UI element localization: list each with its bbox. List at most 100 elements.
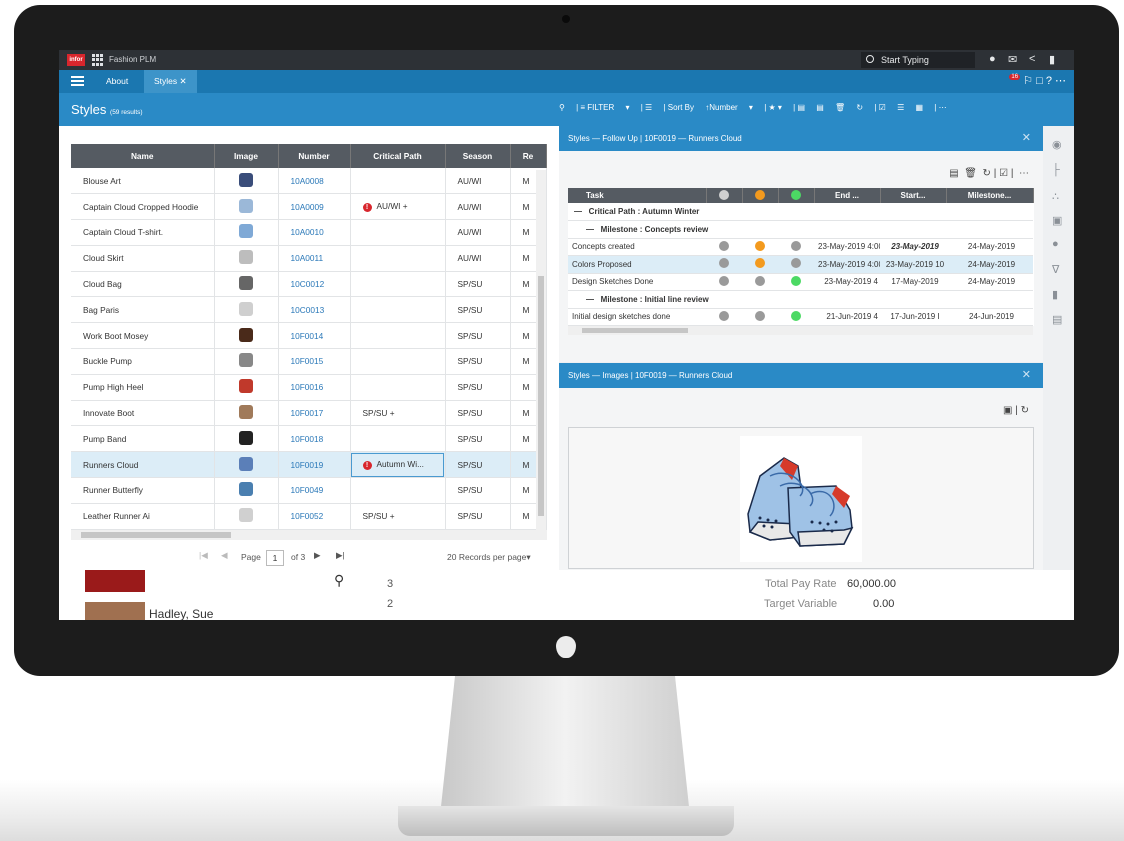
mail-icon[interactable]: ✉ — [1008, 53, 1017, 66]
col-end[interactable]: End ... — [814, 188, 881, 203]
style-image-cell[interactable] — [214, 219, 279, 246]
task-row[interactable]: Design Sketches Done 23-May-2019 4 17-May-… — [568, 273, 1033, 291]
new-doc-icon[interactable]: | ▤ — [793, 103, 805, 112]
comment-icon[interactable]: ▮ — [1052, 288, 1058, 301]
critical-path-cell[interactable]: SP/SU + — [350, 400, 446, 427]
table-row[interactable]: Runners Cloud 10F0019! Autumn Wi... SP/SU M — [71, 451, 547, 479]
critical-path-cell[interactable] — [350, 219, 446, 246]
sort-button[interactable]: | Sort By ↑Number ▾ — [663, 103, 752, 112]
table-row[interactable]: Captain Cloud Cropped Hoodie 10A0009! AU/W… — [71, 193, 547, 221]
style-name-cell[interactable]: Bag Paris — [71, 296, 215, 324]
tab-styles[interactable]: Styles ✕ — [144, 70, 197, 93]
critical-path-cell[interactable] — [350, 271, 446, 298]
col-header[interactable]: Re — [510, 144, 547, 168]
critical-path-cell[interactable] — [350, 168, 446, 195]
style-image-cell[interactable] — [214, 271, 279, 298]
style-number-link[interactable]: 10A0008 — [278, 168, 351, 195]
style-image-cell[interactable] — [214, 400, 279, 427]
critical-path-cell[interactable] — [350, 322, 446, 350]
refresh-icon[interactable]: ↻ — [983, 168, 991, 179]
collapse-icon[interactable]: — — [586, 295, 594, 304]
col-status-gray[interactable] — [706, 188, 743, 203]
critical-path-cell[interactable] — [350, 477, 446, 504]
task-row[interactable]: Colors Proposed 23-May-2019 4:00 23-May-20… — [568, 255, 1033, 274]
style-name-cell[interactable]: Pump High Heel — [71, 374, 215, 401]
table-row[interactable]: Bag Paris 10C0013 SP/SU M — [71, 296, 547, 324]
notification-icon[interactable]: ⚐ — [1023, 75, 1033, 87]
col-header[interactable]: Critical Path — [350, 144, 446, 168]
style-image-cell[interactable] — [214, 451, 279, 479]
runners-cloud-image[interactable] — [740, 436, 862, 562]
style-number-link[interactable]: 10A0010 — [278, 219, 351, 246]
check-icon[interactable]: ☑ — [999, 168, 1008, 179]
more-icon[interactable]: ⋯ — [1019, 168, 1029, 179]
style-image-cell[interactable] — [214, 168, 279, 195]
chat-icon[interactable]: □ — [1036, 75, 1043, 87]
style-name-cell[interactable]: Runners Cloud — [71, 451, 215, 479]
style-image-cell[interactable] — [214, 425, 279, 453]
image-icon[interactable]: ▣ — [1003, 405, 1012, 416]
style-image-cell[interactable] — [214, 322, 279, 350]
col-start[interactable]: Start... — [880, 188, 947, 203]
table-row[interactable]: Blouse Art 10A0008 AU/WI M — [71, 168, 547, 195]
help-icon[interactable]: ? — [1046, 75, 1052, 87]
col-task[interactable]: Task — [568, 188, 707, 203]
style-number-link[interactable]: 10F0017 — [278, 400, 351, 427]
style-number-link[interactable]: 10F0016 — [278, 374, 351, 401]
col-header[interactable]: Number — [278, 144, 351, 168]
group-row[interactable]: — Milestone : Initial line review — [568, 290, 1033, 309]
style-name-cell[interactable]: Leather Runner Ai — [71, 503, 215, 530]
check-icon[interactable]: | ☑ — [874, 103, 885, 112]
prev-page-icon[interactable]: ◀ — [221, 550, 228, 561]
table-row[interactable]: Work Boot Mosey 10F0014 SP/SU M — [71, 322, 547, 350]
grid-view-icon[interactable]: ▦ — [915, 103, 923, 112]
style-number-link[interactable]: 10A0011 — [278, 245, 351, 272]
style-number-link[interactable]: 10A0009 — [278, 193, 351, 221]
delete-icon[interactable]: 🗑 — [835, 103, 845, 112]
table-row[interactable]: Buckle Pump 10F0015 SP/SU M — [71, 348, 547, 375]
style-image-cell[interactable] — [214, 477, 279, 504]
table-row[interactable]: Pump Band 10F0018 SP/SU M — [71, 425, 547, 453]
style-number-link[interactable]: 10F0014 — [278, 322, 351, 350]
close-icon[interactable]: ✕ — [180, 76, 187, 86]
table-row[interactable]: Leather Runner Ai 10F0052 SP/SU + SP/SU M — [71, 503, 547, 530]
page-number-input[interactable]: 1 — [266, 550, 284, 566]
col-header[interactable]: Name — [71, 144, 215, 168]
table-row[interactable]: Cloud Bag 10C0012 SP/SU M — [71, 271, 547, 298]
menu-icon[interactable] — [71, 76, 84, 86]
records-per-page-select[interactable]: 20 Records per page▾ — [447, 552, 531, 563]
filter-button[interactable]: | ≡ FILTER ▾ — [576, 103, 629, 112]
table-row[interactable]: Cloud Skirt 10A0011 AU/WI M — [71, 245, 547, 272]
style-number-link[interactable]: 10F0049 — [278, 477, 351, 504]
person-icon[interactable]: ● — [1052, 238, 1059, 250]
critical-path-cell[interactable]: ! AU/WI + — [350, 193, 446, 221]
table-row[interactable]: Captain Cloud T-shirt. 10A0010 AU/WI M — [71, 219, 547, 246]
more-icon[interactable]: | ⋯ — [934, 103, 946, 112]
col-status-green[interactable] — [778, 188, 815, 203]
style-image-cell[interactable] — [214, 348, 279, 375]
style-number-link[interactable]: 10F0018 — [278, 425, 351, 453]
user-icon[interactable]: ● — [989, 53, 996, 65]
critical-path-cell[interactable]: SP/SU + — [350, 503, 446, 530]
col-milestone[interactable]: Milestone... — [946, 188, 1034, 203]
close-icon[interactable]: ✕ — [1022, 363, 1031, 388]
refresh-icon[interactable]: ↻ — [1021, 405, 1029, 416]
hierarchy-icon[interactable]: ├ — [1052, 164, 1060, 176]
style-name-cell[interactable]: Captain Cloud Cropped Hoodie — [71, 193, 215, 221]
style-image-cell[interactable] — [214, 296, 279, 324]
style-name-cell[interactable]: Captain Cloud T-shirt. — [71, 219, 215, 246]
col-header[interactable]: Image — [214, 144, 279, 168]
global-search-input[interactable]: Start Typing — [861, 52, 975, 68]
collapse-icon[interactable]: — — [574, 207, 582, 216]
copy-icon[interactable]: ▤ — [816, 103, 824, 112]
more-icon[interactable]: ⋯ — [1055, 75, 1066, 87]
style-name-cell[interactable]: Cloud Skirt — [71, 245, 215, 272]
app-grid-icon[interactable] — [92, 54, 104, 66]
task-row[interactable]: Concepts created 23-May-2019 4:00 23-May-2… — [568, 238, 1033, 256]
table-row[interactable]: Innovate Boot 10F0017 SP/SU + SP/SU M — [71, 400, 547, 427]
delete-icon[interactable]: 🗑 — [964, 168, 977, 179]
image-icon[interactable]: ▣ — [1052, 214, 1062, 227]
style-name-cell[interactable]: Cloud Bag — [71, 271, 215, 298]
tab-about[interactable]: About — [96, 70, 138, 93]
critical-path-cell[interactable] — [350, 348, 446, 375]
